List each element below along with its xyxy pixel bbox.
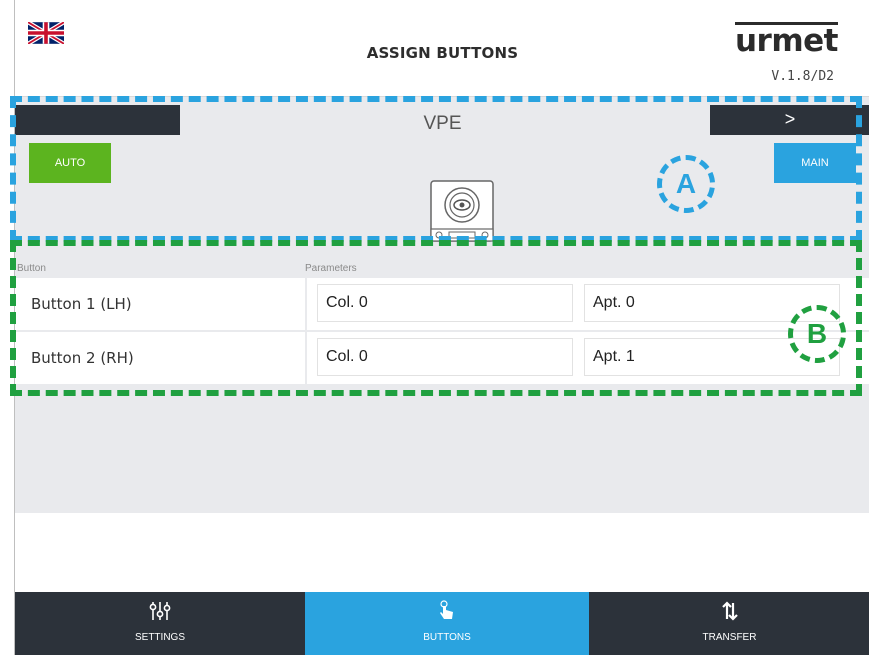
- tab-settings[interactable]: SETTINGS: [15, 592, 305, 655]
- tap-hand-icon: [305, 600, 589, 627]
- tab-transfer[interactable]: TRANSFER: [589, 592, 869, 655]
- annotation-frame-b: [10, 240, 862, 396]
- transfer-arrows-icon: [589, 600, 869, 627]
- uk-flag-icon[interactable]: [28, 22, 64, 44]
- tab-label: SETTINGS: [134, 632, 185, 643]
- version-label: V.1.8/D2: [771, 69, 834, 84]
- annotation-label-b: B: [788, 305, 846, 363]
- bottom-nav: SETTINGS BUTTONS TRANSFER: [15, 592, 869, 655]
- tab-buttons[interactable]: BUTTONS: [305, 592, 589, 655]
- annotation-label-a: A: [657, 155, 715, 213]
- header: ASSIGN BUTTONS urmet V.1.8/D2: [15, 0, 869, 97]
- tab-label: TRANSFER: [702, 632, 757, 643]
- annotation-frame-a: [10, 96, 862, 242]
- sliders-icon: [15, 600, 305, 627]
- urmet-logo: urmet: [734, 22, 839, 59]
- tab-label: BUTTONS: [423, 632, 471, 643]
